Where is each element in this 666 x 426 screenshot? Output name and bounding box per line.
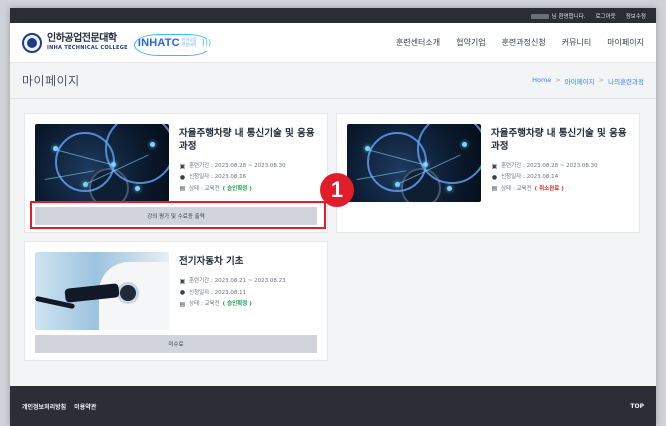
course-period: 훈련기간 : 2023.08.21 ~ 2023.08.23 xyxy=(189,278,286,285)
highlight-box xyxy=(30,201,326,229)
document-icon: ▤ xyxy=(491,185,498,193)
breadcrumb-current[interactable]: 나의훈련과정 xyxy=(608,76,644,86)
privacy-policy-link[interactable]: 개인정보처리방침 xyxy=(22,402,66,411)
course-applied-date: 신청일자 : 2023.08.16 xyxy=(189,174,247,181)
course-thumbnail xyxy=(35,124,169,202)
clock-icon: ● xyxy=(491,174,498,182)
clock-icon: ● xyxy=(179,289,186,297)
not-completed-button[interactable]: 미수료 xyxy=(35,335,317,353)
course-title: 전기자동차 기초 xyxy=(179,256,244,267)
nav-item-center-intro[interactable]: 훈련센터소개 xyxy=(396,37,440,48)
course-period: 훈련기간 : 2023.08.28 ~ 2023.08.30 xyxy=(501,163,598,170)
nav-item-community[interactable]: 커뮤니티 xyxy=(562,37,591,48)
nav-item-apply[interactable]: 훈련과정신청 xyxy=(502,37,546,48)
page-title-bar: 마이페이지 Home > 마이페이지 > 나의훈련과정 xyxy=(10,63,656,99)
main-nav: 훈련센터소개 협약기업 훈련과정신청 커뮤니티 마이페이지 xyxy=(396,37,644,48)
inhatc-logo[interactable]: INHATC 인하공업전문대학 ))) xyxy=(133,33,212,56)
college-logo[interactable]: 인하공업전문대학 INHA TECHNICAL COLLEGE xyxy=(22,32,128,53)
status-badge: ( 승인확정 ) xyxy=(222,185,252,192)
user-name-redacted xyxy=(530,13,549,19)
breadcrumb-mypage[interactable]: 마이페이지 xyxy=(565,76,595,86)
calendar-icon: ▣ xyxy=(179,162,186,170)
top-utility-bar: 님 환영합니다. 로그아웃 정보수정 xyxy=(10,8,656,23)
course-list: 자율주행차량 내 통신기술 및 응용과정 ▣ 훈련기간 : 2023.08.28 … xyxy=(10,99,656,385)
course-period: 훈련기간 : 2023.08.28 ~ 2023.08.30 xyxy=(189,163,286,170)
breadcrumb-separator: > xyxy=(598,75,605,84)
step-marker: 1 xyxy=(320,173,354,207)
course-status-label: 상태 : 교육전 xyxy=(189,301,220,308)
page-title: 마이페이지 xyxy=(22,74,80,88)
browser-page: 님 환영합니다. 로그아웃 정보수정 인하공업전문대학 INHA TECHNIC… xyxy=(10,8,656,426)
breadcrumb-separator: > xyxy=(555,75,561,84)
breadcrumb-home[interactable]: Home xyxy=(532,76,551,86)
clock-icon: ● xyxy=(179,174,186,182)
calendar-icon: ▣ xyxy=(491,162,498,170)
course-applied-date: 신청일자 : 2023.08.14 xyxy=(501,174,559,181)
course-card: 자율주행차량 내 통신기술 및 응용과정 ▣ 훈련기간 : 2023.08.28 … xyxy=(336,113,640,233)
college-name-ko: 인하공업전문대학 xyxy=(47,33,117,44)
college-name-en: INHA TECHNICAL COLLEGE xyxy=(47,45,128,51)
nav-item-partners[interactable]: 협약기업 xyxy=(456,37,485,48)
calendar-icon: ▣ xyxy=(179,277,186,285)
document-icon: ▤ xyxy=(179,185,186,193)
course-thumbnail xyxy=(35,252,169,330)
course-applied-date: 신청일자 : 2023.08.11 xyxy=(189,289,247,296)
breadcrumb: Home > 마이페이지 > 나의훈련과정 xyxy=(532,76,644,86)
site-footer: 개인정보처리방침 이용약관 TOP xyxy=(10,386,656,426)
course-title: 자율주행차량 내 통신기술 및 응용과정 xyxy=(179,128,315,152)
college-seal-icon xyxy=(22,32,42,53)
logout-link[interactable]: 로그아웃 xyxy=(596,12,616,20)
terms-link[interactable]: 이용약관 xyxy=(74,402,96,411)
course-card: 전기자동차 기초 ▣ 훈련기간 : 2023.08.21 ~ 2023.08.23… xyxy=(24,241,328,361)
course-status-label: 상태 : 교육전 xyxy=(501,185,532,192)
course-thumbnail xyxy=(347,124,481,202)
welcome-message: 님 환영합니다. xyxy=(530,12,586,20)
status-badge: ( 취소완료 ) xyxy=(534,185,564,192)
site-header: 인하공업전문대학 INHA TECHNICAL COLLEGE INHATC 인… xyxy=(10,23,656,63)
course-title: 자율주행차량 내 통신기술 및 응용과정 xyxy=(491,128,627,152)
scroll-top-button[interactable]: TOP xyxy=(630,403,644,410)
document-icon: ▤ xyxy=(179,300,186,308)
course-status-label: 상태 : 교육전 xyxy=(189,185,220,192)
edit-info-link[interactable]: 정보수정 xyxy=(626,12,646,20)
nav-item-mypage[interactable]: 마이페이지 xyxy=(607,37,644,48)
status-badge: ( 승인확정 ) xyxy=(222,301,252,308)
